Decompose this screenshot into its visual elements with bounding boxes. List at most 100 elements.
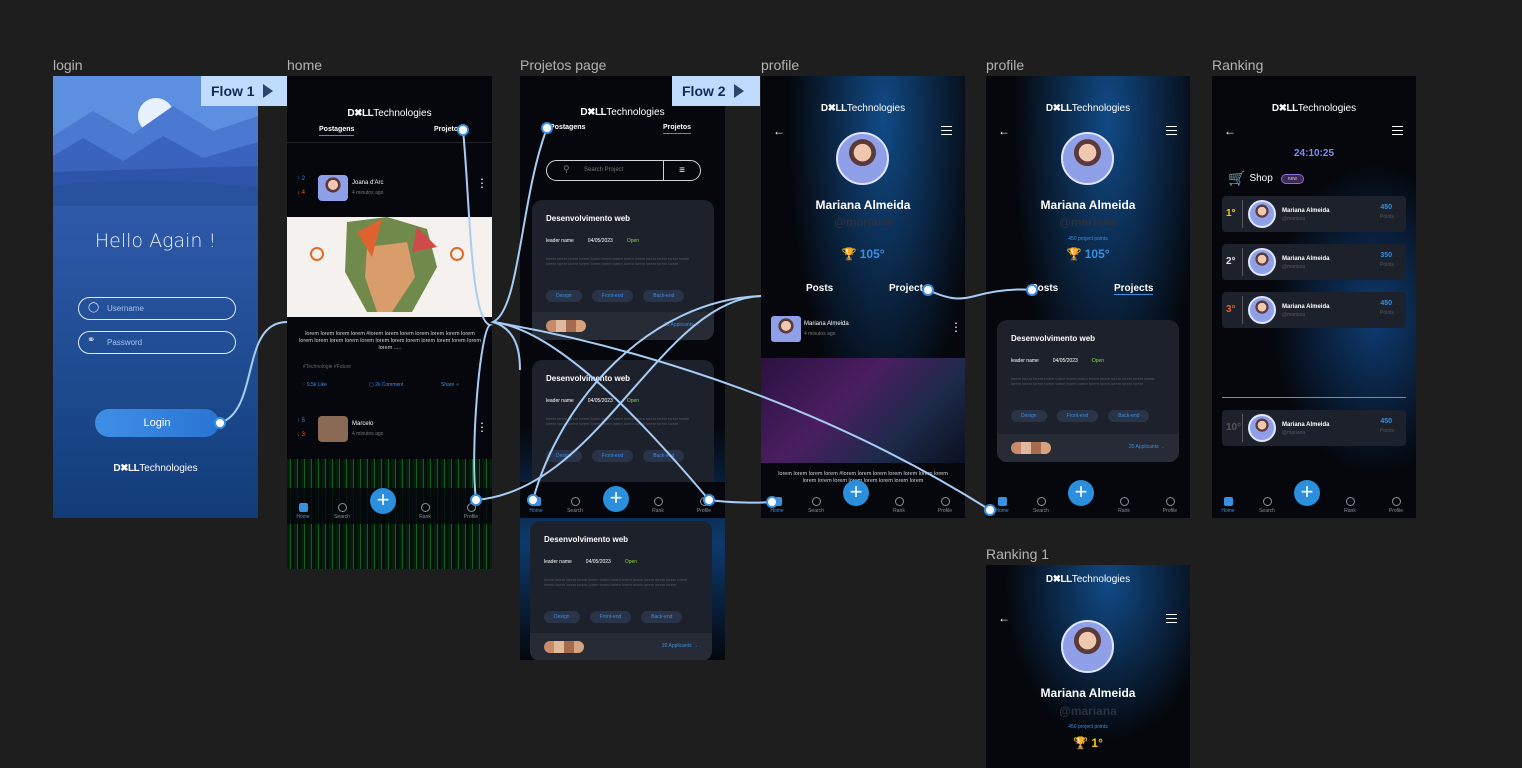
search-icon (811, 497, 821, 506)
tab-projetos[interactable]: Projetos (663, 124, 692, 134)
nav-rank[interactable]: Rank (646, 497, 670, 514)
rank-position: 3° (1226, 304, 1236, 315)
nav-rank[interactable]: Rank (1112, 497, 1136, 514)
password-placeholder: Password (107, 338, 143, 347)
login-button[interactable]: Login (95, 409, 219, 437)
back-arrow-icon[interactable]: ← (1224, 124, 1236, 138)
username-field[interactable]: ◯ Username (78, 297, 236, 320)
add-button[interactable]: + (1068, 480, 1094, 506)
nav-home[interactable]: Home (765, 497, 789, 514)
rank-points: 450 (1380, 418, 1392, 425)
nav-profile[interactable]: Profile (933, 497, 957, 514)
like-button[interactable]: ♡ 9.5k Like (301, 382, 327, 388)
menu-icon[interactable] (941, 126, 952, 135)
project-card[interactable]: Desenvolvimento web leader name 04/05/202… (997, 320, 1179, 462)
tab-postagens[interactable]: Postagens (319, 126, 355, 136)
trophy-icon: 🏆 (1073, 736, 1089, 750)
tab-postagens[interactable]: Postagens (550, 124, 585, 131)
nav-search[interactable]: Search (1255, 497, 1279, 514)
nav-home[interactable]: Home (1216, 497, 1240, 514)
post-author: Joana d'Arc (352, 180, 384, 186)
applicant-avatars (546, 320, 586, 332)
cart-icon: 🛒 (1228, 170, 1246, 186)
menu-icon[interactable] (1166, 126, 1177, 135)
password-field[interactable]: ⚭ Password (78, 331, 236, 354)
frame-label-login: login (53, 57, 83, 73)
nav-home[interactable]: Home (990, 497, 1014, 514)
nav-search[interactable]: Search (563, 497, 587, 514)
profile-icon (466, 503, 476, 512)
applicants-link[interactable]: 20 Applicants → (1129, 444, 1165, 450)
nav-home[interactable]: Home (524, 497, 548, 514)
comment-button[interactable]: ▢ 2k Comment (369, 382, 403, 388)
nav-profile[interactable]: Profile (692, 497, 716, 514)
self-rank-row[interactable]: 10° Mariana Almeida @mariana 450 Points (1222, 410, 1406, 446)
username-placeholder: Username (107, 304, 144, 313)
rank-position: 10° (1226, 422, 1242, 433)
flow-2-tag[interactable]: Flow 2 (672, 76, 760, 106)
nav-home[interactable]: Home (291, 503, 315, 520)
profile-icon (1391, 497, 1401, 506)
back-arrow-icon[interactable]: ← (998, 124, 1010, 138)
shop-link[interactable]: 🛒 Shop new (1228, 170, 1304, 187)
more-icon[interactable]: ⋮ (950, 321, 962, 333)
tab-projetos[interactable]: Projetos (434, 126, 462, 133)
rank-row[interactable]: 2° Mariana Almeida @mariana 350 Points (1222, 244, 1406, 280)
dell-logo: D✖LLTechnologies (347, 108, 432, 119)
post-avatar (771, 316, 801, 342)
rank-points: 450 (1380, 204, 1392, 211)
dell-logo: D✖LLTechnologies (113, 463, 198, 474)
play-icon (733, 84, 744, 98)
ranking-1-frame: D✖LLTechnologies ← Mariana Almeida @mari… (986, 565, 1190, 768)
card-footer: 20 Applicants → (532, 312, 714, 340)
add-button[interactable]: + (843, 480, 869, 506)
more-icon[interactable]: ⋮ (476, 177, 488, 189)
nav-search[interactable]: Search (1029, 497, 1053, 514)
nav-rank[interactable]: Rank (887, 497, 911, 514)
avatar-2 (318, 416, 348, 442)
search-icon (1036, 497, 1046, 506)
bottom-nav: Home Search + Rank Profile (287, 488, 492, 524)
applicants-link[interactable]: 20 Applicants → (662, 643, 698, 649)
add-button[interactable]: + (603, 486, 629, 512)
project-card[interactable]: Desenvolvimento web leader name 04/05/202… (532, 200, 714, 340)
card-meta: leader name 04/05/2023 Open (546, 238, 640, 244)
tab-posts[interactable]: Posts (1031, 283, 1058, 294)
more-icon-2[interactable]: ⋮ (476, 421, 488, 433)
applicants-link[interactable]: 20 Applicants → (664, 322, 700, 328)
rank-name: Mariana Almeida (1282, 256, 1330, 262)
tab-posts[interactable]: Posts (806, 283, 833, 294)
trophy-icon (1345, 497, 1355, 506)
search-input[interactable]: ⚲ Search Project ≡ (546, 160, 701, 181)
retro-computer-image (761, 358, 965, 463)
downvote-count: ↓ 4 (297, 190, 306, 196)
rank-row[interactable]: 1° Mariana Almeida @mariana 450 Points (1222, 196, 1406, 232)
back-arrow-icon[interactable]: ← (773, 124, 785, 138)
frame-label-projetos: Projetos page (520, 57, 607, 73)
nav-search[interactable]: Search (330, 503, 354, 520)
add-button[interactable]: + (370, 488, 396, 514)
menu-icon[interactable] (1166, 614, 1177, 623)
nav-search[interactable]: Search (804, 497, 828, 514)
menu-icon[interactable] (1392, 126, 1403, 135)
nav-profile[interactable]: Profile (1158, 497, 1182, 514)
back-arrow-icon[interactable]: ← (998, 611, 1010, 625)
nav-profile[interactable]: Profile (459, 503, 483, 520)
project-card-3[interactable]: Desenvolvimento web leader name 04/05/202… (530, 521, 712, 660)
profile-handle: @mariana (1059, 704, 1117, 718)
post-author: Mariana Almeida (804, 321, 849, 327)
flow-1-tag[interactable]: Flow 1 (201, 76, 287, 106)
profile-score: 🏆 105° (1066, 247, 1110, 261)
filter-icon[interactable]: ≡ (663, 161, 700, 180)
nav-profile[interactable]: Profile (1384, 497, 1408, 514)
nav-rank[interactable]: Rank (413, 503, 437, 520)
tab-projects[interactable]: Projects (1114, 283, 1154, 295)
tab-projects[interactable]: Projects (889, 283, 928, 294)
rank-row[interactable]: 3° Mariana Almeida @mariana 450 Points (1222, 292, 1406, 328)
project-card-2[interactable]: Desenvolvimento web leader name 04/05/202… (532, 360, 714, 500)
points-label: Points (1380, 310, 1394, 316)
share-button[interactable]: Share ∝ (441, 382, 459, 388)
add-button[interactable]: + (1294, 480, 1320, 506)
profile-name: Mariana Almeida (815, 198, 911, 212)
nav-rank[interactable]: Rank (1338, 497, 1362, 514)
